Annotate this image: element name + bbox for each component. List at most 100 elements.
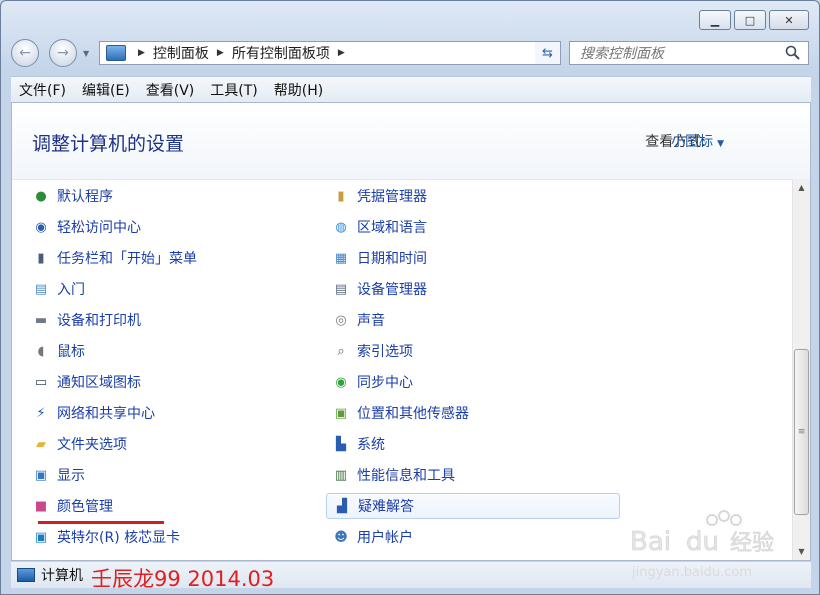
menu-tools[interactable]: 工具(T) [202, 80, 265, 100]
color-management-icon: ■ [34, 498, 48, 514]
taskbar-icon: ▮ [37, 250, 45, 266]
refresh-icon: ⇆ [542, 45, 553, 61]
control-panel-item-label[interactable]: 语言设置 [57, 558, 113, 560]
control-panel-item-label[interactable]: 性能信息和工具 [357, 465, 455, 485]
control-panel-item-label[interactable]: 日期和时间 [357, 248, 427, 268]
history-dropdown-icon[interactable]: ▼ [83, 49, 89, 58]
menu-file[interactable]: 文件(F) [11, 80, 74, 100]
control-panel-item[interactable]: ▣ 显示 [26, 462, 316, 488]
control-panel-item-label[interactable]: 鼠标 [57, 341, 85, 361]
default-programs-icon: ● [35, 188, 47, 204]
control-panel-item-label[interactable]: 索引选项 [357, 341, 413, 361]
control-panel-item-label[interactable]: 用户帐户 [357, 527, 413, 547]
scroll-up-icon[interactable]: ▲ [793, 179, 810, 196]
chevron-down-icon[interactable]: ▼ [717, 139, 724, 149]
control-panel-item[interactable]: ◉ 轻松访问中心 [26, 214, 316, 240]
control-panel-item[interactable]: ⚡ 网络和共享中心 [26, 400, 316, 426]
control-panel-item[interactable]: ▭ 通知区域图标 [26, 369, 316, 395]
control-panel-item[interactable]: ■ 颜色管理 [26, 493, 316, 519]
menu-view[interactable]: 查看(V) [138, 80, 203, 100]
back-button[interactable]: ← [11, 39, 39, 67]
author-watermark: 壬辰龙99 2014.03 [91, 567, 275, 591]
close-button[interactable]: ✕ [769, 10, 809, 30]
control-panel-item[interactable]: ☻ 用户帐户 [326, 524, 620, 550]
control-panel-item[interactable]: ▮ 凭据管理器 [326, 183, 620, 209]
minimize-button[interactable]: ▁ [699, 10, 731, 30]
control-panel-item[interactable]: ▣ 位置和其他传感器 [326, 400, 620, 426]
menu-help[interactable]: 帮助(H) [266, 80, 331, 100]
control-panel-item-label[interactable]: 显示 [57, 465, 85, 485]
content-pane: 调整计算机的设置 查看方式: 小图标 ▼ ● 默认程序 ◉ 轻松访问中心 ▮ 任务栏和「开始… [11, 102, 811, 561]
navigation-bar: ← → ▼ ▶ 控制面板 ▶ 所有控制面板项 ▶ ▼ ⇆ [11, 37, 811, 69]
view-by-value[interactable]: 小图标 [671, 134, 713, 150]
menu-bar: 文件(F) 编辑(E) 查看(V) 工具(T) 帮助(H) [11, 76, 811, 102]
forward-button[interactable]: → [49, 39, 77, 67]
control-panel-item[interactable]: ▣ 英特尔(R) 核芯显卡 [26, 524, 316, 550]
control-panel-item-label[interactable]: 颜色管理 [57, 496, 113, 516]
control-panel-item-label[interactable]: 网络和共享中心 [57, 403, 155, 423]
indexing-icon: ⌕ [337, 343, 345, 359]
control-panel-item[interactable]: ▬ 设备和打印机 [26, 307, 316, 333]
control-panel-item-label[interactable]: 位置和其他传感器 [357, 403, 469, 423]
control-panel-item[interactable]: ▟ 疑难解答 [326, 493, 620, 519]
control-panel-items: ● 默认程序 ◉ 轻松访问中心 ▮ 任务栏和「开始」菜单 ▤ 入门 ▬ 设备和打印机 ◖ 鼠标 ▭ 通知区… [12, 179, 790, 560]
control-panel-item[interactable]: ▪ 桌面小工具 [326, 555, 620, 560]
control-panel-item[interactable]: ▙ 系统 [326, 431, 620, 457]
scroll-down-icon[interactable]: ▼ [793, 543, 810, 560]
control-panel-item-label[interactable]: 任务栏和「开始」菜单 [57, 248, 197, 268]
control-panel-item[interactable]: ▥ 性能信息和工具 [326, 462, 620, 488]
vertical-scrollbar[interactable]: ▲ ≡ ▼ [792, 179, 810, 560]
search-box[interactable] [569, 41, 809, 65]
control-panel-item-label[interactable]: 设备管理器 [357, 279, 427, 299]
control-panel-item-label[interactable]: 区域和语言 [357, 217, 427, 237]
control-panel-item[interactable]: ▦ 日期和时间 [326, 245, 620, 271]
control-panel-item-label[interactable]: 凭据管理器 [357, 186, 427, 206]
breadcrumb-control-panel[interactable]: 控制面板 [153, 43, 209, 63]
control-panel-item-label[interactable]: 声音 [357, 310, 385, 330]
refresh-button[interactable]: ⇆ [535, 41, 561, 65]
control-panel-item[interactable]: ⌕ 索引选项 [326, 338, 620, 364]
control-panel-item-label[interactable]: 入门 [57, 279, 85, 299]
control-panel-item-label[interactable]: 默认程序 [57, 186, 113, 206]
control-panel-item-label[interactable]: 英特尔(R) 核芯显卡 [57, 527, 180, 547]
control-panel-item-label[interactable]: 轻松访问中心 [57, 217, 141, 237]
page-title: 调整计算机的设置 [32, 133, 185, 155]
breadcrumb-all-items[interactable]: 所有控制面板项 [232, 43, 330, 63]
address-bar[interactable]: ▶ 控制面板 ▶ 所有控制面板项 ▶ ▼ [99, 41, 561, 65]
control-panel-item-label[interactable]: 通知区域图标 [57, 372, 141, 392]
control-panel-item-label[interactable]: 同步中心 [357, 372, 413, 392]
control-panel-item-label[interactable]: 疑难解答 [358, 496, 414, 516]
maximize-button[interactable]: □ [734, 10, 766, 30]
printer-icon: ▬ [34, 312, 48, 328]
breadcrumb-separator-icon[interactable]: ▶ [138, 48, 145, 58]
scroll-thumb[interactable]: ≡ [794, 349, 809, 515]
control-panel-icon [106, 45, 126, 61]
control-panel-item[interactable]: ▪ 语言设置 [26, 555, 316, 560]
control-panel-item[interactable]: ◎ 声音 [326, 307, 620, 333]
control-panel-item[interactable]: ▮ 任务栏和「开始」菜单 [26, 245, 316, 271]
credential-manager-icon: ▮ [337, 188, 345, 204]
control-panel-item[interactable]: ◖ 鼠标 [26, 338, 316, 364]
red-underline [38, 521, 164, 524]
control-panel-item[interactable]: ● 默认程序 [26, 183, 316, 209]
control-panel-item[interactable]: ▰ 文件夹选项 [26, 431, 316, 457]
control-panel-item[interactable]: ▤ 入门 [26, 276, 316, 302]
troubleshooting-icon: ▟ [337, 498, 347, 514]
control-panel-item-label[interactable]: 设备和打印机 [57, 310, 141, 330]
control-panel-item-label[interactable]: 桌面小工具 [357, 558, 427, 560]
network-icon: ⚡ [36, 405, 46, 421]
breadcrumb-separator-icon[interactable]: ▶ [217, 48, 224, 58]
view-by-dropdown[interactable]: 小图标 ▼ [671, 131, 724, 151]
forward-arrow-icon: → [57, 45, 69, 61]
control-panel-item[interactable]: ◉ 同步中心 [326, 369, 620, 395]
search-icon[interactable] [785, 45, 801, 61]
menu-edit[interactable]: 编辑(E) [74, 80, 138, 100]
control-panel-item-label[interactable]: 文件夹选项 [57, 434, 127, 454]
breadcrumb-separator-icon[interactable]: ▶ [338, 48, 345, 58]
control-panel-item-label[interactable]: 系统 [357, 434, 385, 454]
region-language-icon: ◍ [335, 219, 347, 235]
control-panel-item[interactable]: ▤ 设备管理器 [326, 276, 620, 302]
extra-icon: ▪ [332, 559, 350, 560]
search-input[interactable] [578, 43, 782, 65]
control-panel-item[interactable]: ◍ 区域和语言 [326, 214, 620, 240]
